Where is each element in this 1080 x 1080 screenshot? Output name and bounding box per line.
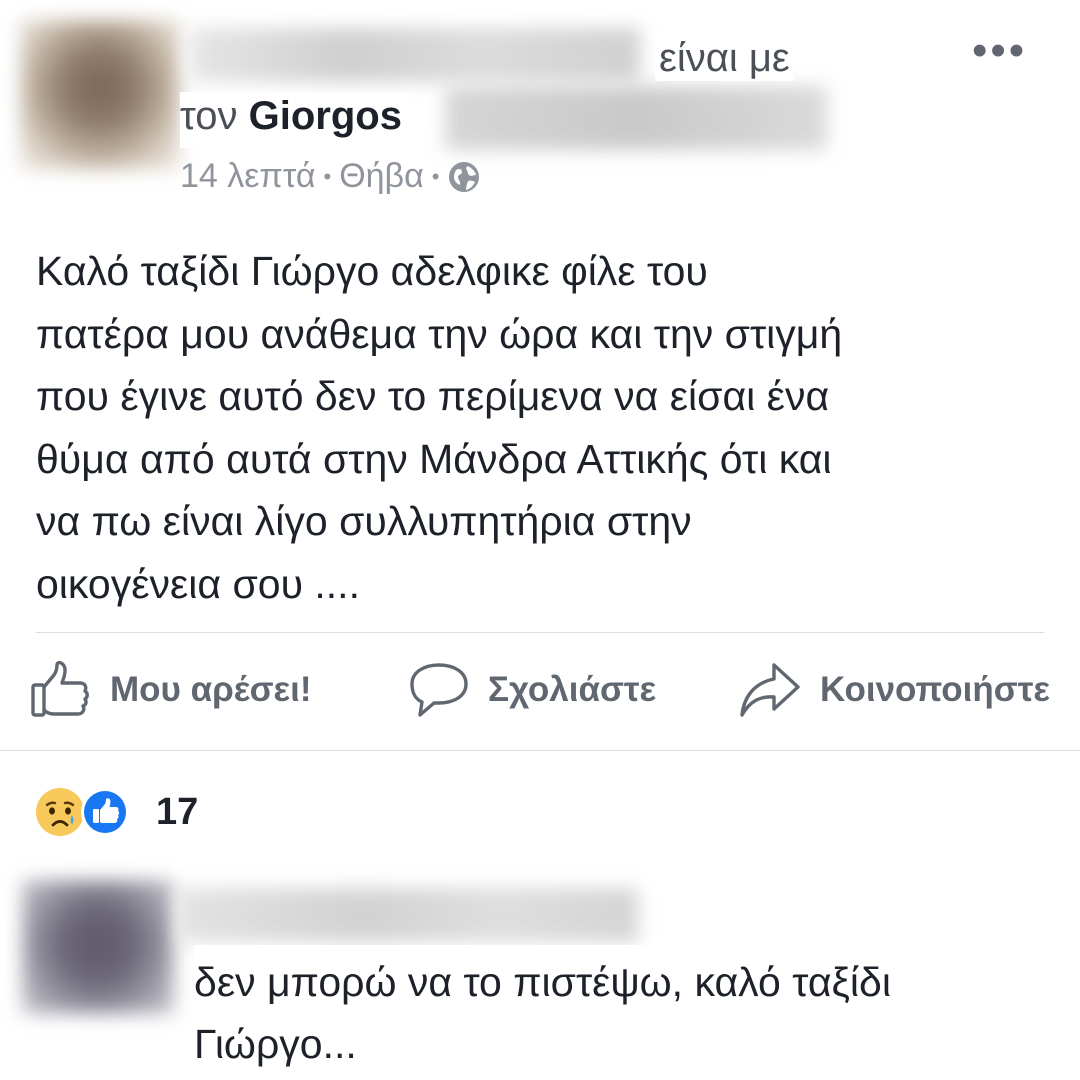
- post-text-line: να πω είναι λίγο συλλυπητήρια στην: [36, 498, 692, 544]
- author-avatar[interactable]: [20, 20, 180, 170]
- thumbs-up-icon: [31, 661, 89, 717]
- with-text: είναι με: [655, 36, 794, 81]
- tagged-line: τον Giorgos: [180, 92, 410, 148]
- post-text: Καλό ταξίδι Γιώργο αδελφικε φίλε του πατ…: [36, 240, 1056, 615]
- comment-text-line: Γιώργο...: [194, 1021, 357, 1067]
- like-label: Μου αρέσει!: [110, 670, 312, 709]
- comment-bubble-icon: [410, 663, 468, 717]
- comment-label: Σχολιάστε: [488, 670, 657, 709]
- post-text-line: που έγινε αυτό δεν το περίμενα να είσαι …: [36, 373, 830, 419]
- author-name-redacted[interactable]: [190, 28, 640, 82]
- commenter-name-redacted[interactable]: [178, 888, 638, 942]
- tagged-user-link[interactable]: Giorgos: [249, 94, 402, 138]
- comment-button[interactable]: Σχολιάστε: [408, 660, 656, 720]
- post-text-line: θύμα από αυτά στην Μάνδρα Αττικής ότι κα…: [36, 435, 832, 482]
- meta-separator: •: [323, 163, 332, 189]
- post-text-line: πατέρα μου ανάθεμα την ώρα και την στιγμ…: [36, 310, 843, 357]
- post-meta: 14 λεπτά • Θήβα •: [180, 157, 481, 196]
- commenter-avatar[interactable]: [22, 880, 174, 1014]
- comment-text: δεν μπορώ να το πιστέψω, καλό ταξίδι Γιώ…: [194, 945, 1064, 1075]
- post-text-line: Καλό ταξίδι Γιώργο αδελφικε φίλε του: [36, 248, 708, 294]
- comment-text-line: δεν μπορώ να το πιστέψω, καλό ταξίδι: [194, 959, 891, 1005]
- tagged-prefix: τον: [180, 94, 238, 138]
- post-location[interactable]: Θήβα: [339, 157, 424, 196]
- tagged-name-redacted: [445, 86, 827, 150]
- like-button[interactable]: Μου αρέσει!: [30, 660, 312, 720]
- reaction-count: 17: [156, 790, 199, 833]
- sad-reaction-icon: [36, 788, 84, 836]
- post-text-line: οικογένεια σου ....: [36, 560, 360, 607]
- share-arrow-icon: [740, 663, 800, 717]
- more-options-icon[interactable]: •••: [972, 26, 1027, 76]
- share-button[interactable]: Κοινοποιήστε: [738, 660, 1050, 720]
- post-timestamp[interactable]: 14 λεπτά: [180, 157, 316, 196]
- like-reaction-icon: [81, 788, 129, 836]
- divider: [36, 632, 1044, 633]
- share-label: Κοινοποιήστε: [820, 670, 1050, 709]
- meta-separator: •: [431, 163, 440, 189]
- reactions-summary[interactable]: 17: [34, 786, 198, 838]
- globe-icon[interactable]: [447, 160, 481, 194]
- divider: [0, 750, 1080, 751]
